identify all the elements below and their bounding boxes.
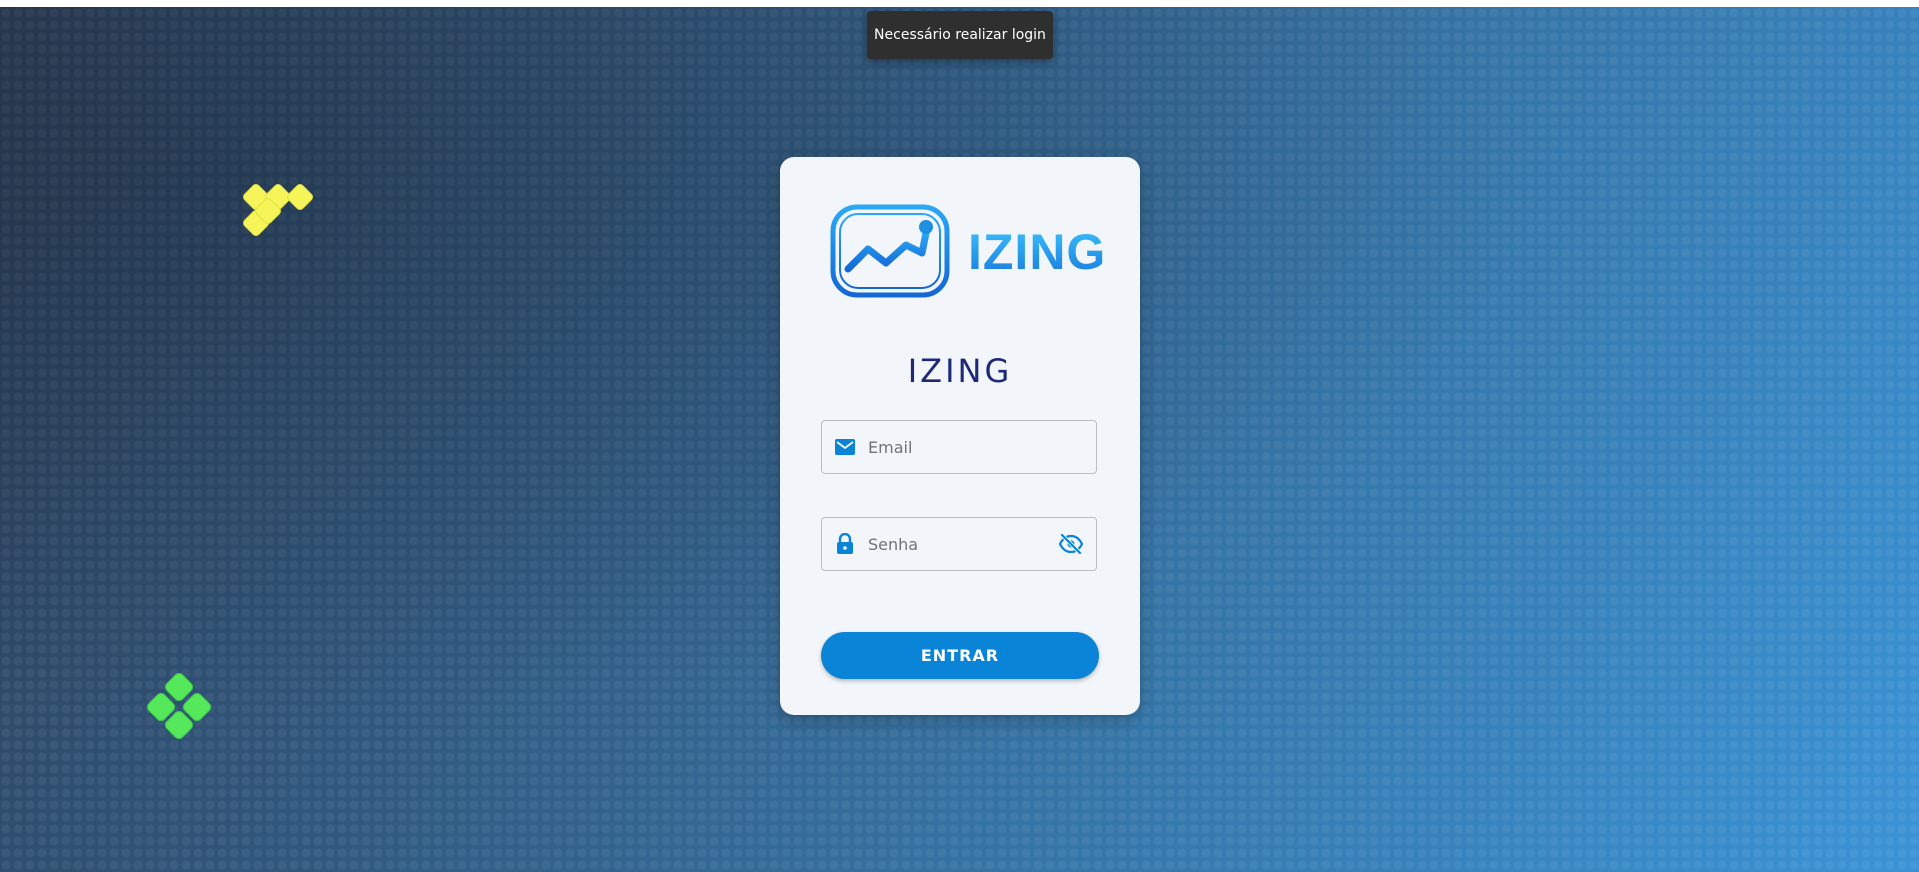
green-pixel-shape-icon (147, 673, 211, 739)
toast-message: Necessário realizar login (874, 27, 1046, 43)
page-title: IZING (907, 352, 1013, 390)
mail-icon (834, 436, 856, 458)
izing-logo: IZING (830, 203, 1110, 303)
izing-chart-logo-icon (830, 204, 950, 298)
email-field[interactable] (821, 420, 1097, 474)
yellow-pixel-shape-icon (243, 184, 313, 236)
logo-wordmark: IZING (968, 224, 1107, 280)
password-field[interactable] (821, 517, 1097, 571)
enter-button[interactable]: ENTRAR (821, 632, 1099, 679)
login-required-toast: Necessário realizar login (867, 11, 1053, 59)
password-input[interactable] (866, 533, 1058, 555)
login-card: IZING IZING EN (780, 157, 1140, 715)
email-input[interactable] (866, 436, 1096, 458)
lock-icon (834, 533, 856, 555)
eye-off-icon[interactable] (1058, 532, 1084, 556)
